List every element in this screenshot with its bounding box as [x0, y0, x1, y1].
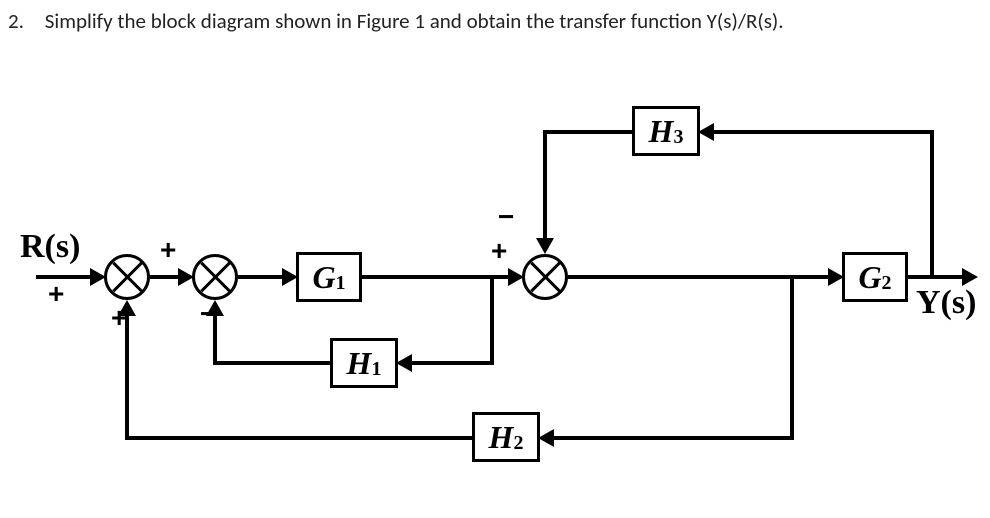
wire-s2-g1 — [238, 275, 286, 279]
g1-base: G — [312, 259, 335, 296]
arrow-h3-in — [698, 123, 714, 141]
wire-input — [36, 275, 96, 279]
wire-g2-out — [908, 275, 968, 279]
wire-h1-s2-h — [213, 361, 331, 365]
s1-sign-left: + — [48, 278, 64, 310]
sum-point-3 — [522, 254, 568, 300]
question-body: Simplify the block diagram shown in Figu… — [45, 8, 784, 34]
sum-point-1 — [104, 254, 150, 300]
wire-h1-s2-v — [213, 314, 217, 365]
h1-base: H — [347, 345, 372, 382]
output-label: Y(s) — [916, 284, 976, 322]
sum-point-2 — [192, 254, 238, 300]
block-h3: H3 — [632, 106, 700, 156]
h2-base: H — [489, 419, 514, 456]
wire-h2-s1-h — [125, 436, 473, 440]
arrow-h1-in — [396, 354, 412, 372]
arrow-h2-s1 — [118, 300, 136, 316]
s3-sign-top: − — [498, 201, 514, 233]
input-label: R(s) — [20, 228, 80, 266]
s2-sign-top: + — [160, 234, 176, 266]
wire-h2-s1-v — [125, 314, 129, 440]
wire-h3-s3-v — [543, 130, 547, 240]
h3-sub: 3 — [673, 126, 683, 149]
g2-base: G — [858, 259, 881, 296]
h1-sub: 1 — [371, 358, 381, 381]
arrow-h3-s3 — [536, 238, 554, 254]
wire-out-h3-h — [712, 130, 934, 134]
block-h1: H1 — [330, 338, 398, 388]
block-g1: G1 — [296, 252, 362, 302]
wire-pickoff-h1-v — [490, 275, 494, 365]
wire-pickoff-h2-h — [552, 436, 794, 440]
question-number: 2. — [8, 8, 40, 34]
s3-sign-left: + — [491, 235, 507, 267]
wire-out-h3-v — [930, 130, 934, 279]
g2-sub: 2 — [882, 272, 892, 295]
arrow-h1-s2 — [206, 300, 224, 316]
wire-h3-out-h — [543, 130, 635, 134]
block-diagram: R(s) + + + − G1 + − G2 Y(s) — [0, 70, 990, 510]
question-text: 2. Simplify the block diagram shown in F… — [8, 8, 784, 34]
wire-pickoff-h1-h — [410, 361, 494, 365]
h2-sub: 2 — [513, 432, 523, 455]
wire-pickoff-h2-v — [790, 275, 794, 440]
arrow-h2-in — [538, 429, 554, 447]
g1-sub: 1 — [336, 272, 346, 295]
block-g2: G2 — [842, 252, 908, 302]
block-h2: H2 — [472, 412, 540, 462]
h3-base: H — [649, 113, 674, 150]
